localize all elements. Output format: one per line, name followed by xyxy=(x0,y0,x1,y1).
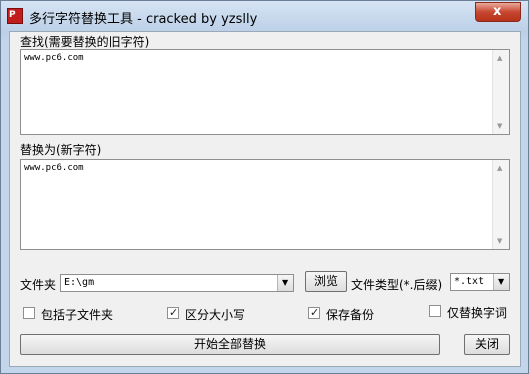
window-close-button[interactable]: x xyxy=(475,2,521,22)
folder-value: E:\gm xyxy=(64,277,95,288)
replace-textarea[interactable]: www.pc6.com ▲ ▼ xyxy=(20,159,510,250)
checkbox-box[interactable] xyxy=(429,305,441,317)
app-icon[interactable]: P xyxy=(7,8,23,24)
window-title: 多行字符替换工具 - cracked by yzslly xyxy=(29,12,258,27)
replace-scrollbar[interactable]: ▲ ▼ xyxy=(492,160,509,249)
folder-dropdown-button[interactable]: ▼ xyxy=(277,275,293,291)
filetype-value: *.txt xyxy=(454,276,485,287)
find-textarea[interactable]: www.pc6.com ▲ ▼ xyxy=(20,49,510,135)
check-icon: ✓ xyxy=(169,306,179,319)
browse-button[interactable]: 浏览 xyxy=(305,271,347,292)
check-icon: ✓ xyxy=(310,306,320,319)
checkbox-box[interactable]: ✓ xyxy=(308,306,320,319)
folder-combobox[interactable]: E:\gm ▼ xyxy=(60,274,294,292)
case-sensitive-label: 区分大小写 xyxy=(185,308,246,322)
replace-label: 替换为(新字符) xyxy=(20,143,102,157)
folder-label: 文件夹 xyxy=(20,278,57,292)
scroll-down-icon[interactable]: ▼ xyxy=(497,122,502,130)
find-label: 查找(需要替换的旧字符) xyxy=(20,35,150,49)
find-scrollbar[interactable]: ▲ ▼ xyxy=(492,50,509,134)
chevron-down-icon: ▼ xyxy=(498,277,505,286)
scroll-up-icon[interactable]: ▲ xyxy=(497,164,502,172)
checkbox-box[interactable] xyxy=(23,307,35,319)
find-text: www.pc6.com xyxy=(24,53,84,63)
title-bar[interactable]: P 多行字符替换工具 - cracked by yzslly x xyxy=(1,1,528,31)
app-window: P 多行字符替换工具 - cracked by yzslly x 查找(需要替换… xyxy=(0,0,529,374)
filetype-label: 文件类型(*.后缀) xyxy=(351,278,443,292)
include-subfolders-label: 包括子文件夹 xyxy=(41,308,114,322)
checkbox-box[interactable]: ✓ xyxy=(167,306,179,319)
scroll-down-icon[interactable]: ▼ xyxy=(497,237,502,245)
scroll-up-icon[interactable]: ▲ xyxy=(497,54,502,62)
replace-text: www.pc6.com xyxy=(24,163,84,173)
dialog-body: 查找(需要替换的旧字符) www.pc6.com ▲ ▼ 替换为(新字符) ww… xyxy=(9,31,521,367)
close-icon: x xyxy=(493,4,502,19)
filetype-dropdown-button[interactable]: ▼ xyxy=(493,274,509,290)
filetype-combobox[interactable]: *.txt ▼ xyxy=(450,273,510,291)
save-backup-label: 保存备份 xyxy=(326,308,375,322)
replace-all-button[interactable]: 开始全部替换 xyxy=(20,334,440,355)
chevron-down-icon: ▼ xyxy=(282,278,289,287)
whole-word-label: 仅替换字词 xyxy=(447,306,508,320)
close-button[interactable]: 关闭 xyxy=(464,334,510,355)
